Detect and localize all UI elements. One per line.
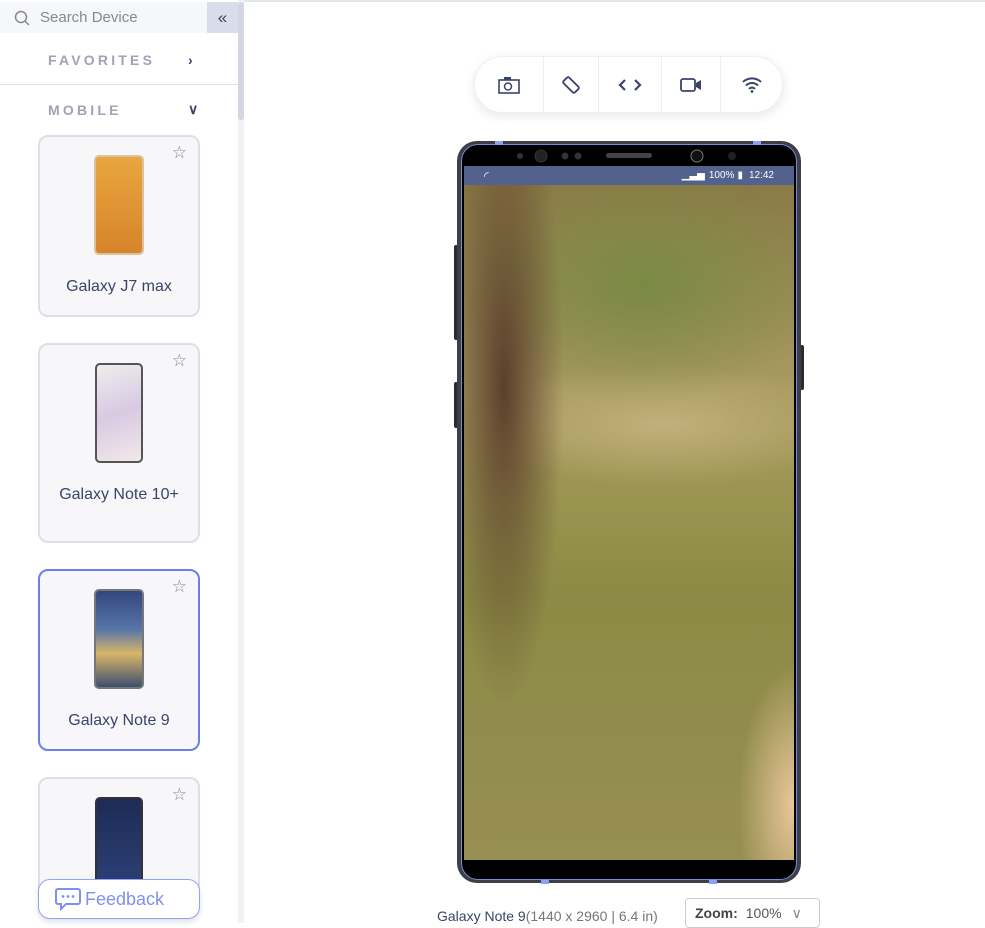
star-icon[interactable]: ☆ [172, 143, 187, 163]
network-button[interactable] [721, 57, 782, 112]
devtools-button[interactable] [599, 57, 662, 112]
video-icon [680, 77, 702, 92]
device-card-selected[interactable]: ☆ Galaxy Note 9 [38, 569, 200, 751]
device-thumbnail [94, 155, 144, 255]
zoom-select[interactable]: Zoom: 100% ∨ [685, 898, 820, 928]
device-card[interactable]: ☆ Galaxy Note 10+ [38, 343, 200, 543]
loading-icon: ◜ [484, 168, 489, 183]
chevron-down-icon: ∨ [188, 101, 199, 117]
device-thumbnail [94, 589, 144, 689]
search-placeholder: Search Device [40, 9, 138, 26]
section-mobile[interactable]: MOBILE ∨ [0, 85, 238, 134]
record-video-button[interactable] [662, 57, 722, 112]
device-name: Galaxy Note 10+ [59, 486, 179, 503]
camera-icon [497, 76, 520, 94]
collapse-sidebar-button[interactable]: « [207, 2, 238, 33]
zoom-label: Zoom: [695, 905, 738, 921]
star-icon[interactable]: ☆ [172, 351, 187, 371]
device-name: Galaxy Note 9 [68, 712, 170, 729]
sidebar-scrollbar[interactable] [238, 0, 244, 923]
section-favorites[interactable]: FAVORITES › [0, 35, 238, 84]
device-thumbnail [95, 797, 143, 887]
chat-icon [55, 888, 81, 911]
screenshot-button[interactable] [475, 57, 544, 112]
status-bar: ◜ ▁▃▅ 100% ▮ 12:42 [464, 166, 794, 185]
code-icon [618, 78, 642, 91]
wallpaper [464, 185, 794, 860]
star-icon[interactable]: ☆ [172, 577, 187, 597]
wifi-icon [741, 76, 762, 93]
feedback-label: Feedback [85, 888, 165, 909]
device-card[interactable]: ☆ Galaxy J7 max [38, 135, 200, 317]
device-toolbar [474, 56, 783, 113]
double-chevron-left-icon: « [217, 7, 228, 27]
device-name: Galaxy J7 max [66, 278, 172, 295]
chevron-down-icon: ∨ [791, 904, 802, 921]
feedback-button[interactable]: Feedback [38, 879, 200, 919]
battery-percent: 100% [708, 170, 735, 181]
device-thumbnail [95, 363, 143, 463]
device-name: Galaxy Note 9 [437, 908, 526, 924]
section-label: FAVORITES [48, 51, 156, 68]
rotate-icon [562, 75, 580, 94]
battery-icon: ▮ [737, 170, 743, 181]
status-time: 12:42 [748, 170, 774, 181]
search-icon [14, 10, 30, 26]
sidebar: Search Device « FAVORITES › MOBILE ∨ ☆ Gal… [0, 0, 238, 923]
signal-icon: ▁▃▅ [681, 170, 705, 181]
device-caption: Galaxy Note 9(1440 x 2960 | 6.4 in) [437, 908, 658, 924]
section-label: MOBILE [48, 101, 122, 118]
rotate-button[interactable] [544, 57, 600, 112]
star-icon[interactable]: ☆ [172, 785, 187, 805]
device-spec: (1440 x 2960 | 6.4 in) [525, 908, 658, 924]
device-screen[interactable]: ◜ ▁▃▅ 100% ▮ 12:42 [464, 166, 794, 860]
search-input[interactable]: Search Device [0, 2, 207, 33]
chevron-right-icon: › [188, 51, 193, 68]
device-sensors [517, 149, 736, 163]
zoom-value: 100% [745, 905, 782, 921]
